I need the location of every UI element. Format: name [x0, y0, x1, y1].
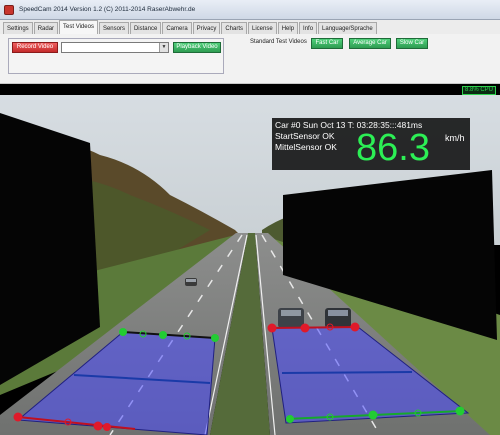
cpu-indicator: 8.8% CPU	[461, 86, 496, 95]
start-sensor-status: StartSensor OK	[275, 131, 335, 141]
marker	[286, 415, 294, 423]
window-title: SpeedCam 2014 Version 1.2 (C) 2011-2014 …	[19, 6, 196, 13]
playback-video-button[interactable]: Playback Video	[173, 42, 221, 53]
marker	[350, 322, 360, 332]
chevron-down-icon[interactable]: ▼	[159, 43, 168, 52]
tab-license[interactable]: License	[248, 22, 277, 34]
tab-language[interactable]: Language/Sprache	[318, 22, 377, 34]
marker	[103, 423, 111, 431]
tab-charts[interactable]: Charts	[221, 22, 247, 34]
tab-privacy[interactable]: Privacy	[192, 22, 221, 34]
car-right-2	[325, 308, 351, 328]
marker	[211, 334, 219, 342]
speed-overlay: Car #0 Sun Oct 13 T: 03:28:35:::481ms St…	[272, 118, 470, 170]
marker	[159, 331, 167, 339]
tab-sensors[interactable]: Sensors	[98, 22, 129, 34]
zone-right-mid-line	[281, 371, 413, 374]
marker	[455, 406, 465, 416]
tab-settings[interactable]: Settings	[3, 22, 33, 34]
standard-test-videos-label: Standard Test Videos	[250, 39, 307, 45]
zone-right-top-line	[271, 326, 359, 329]
record-video-button[interactable]: Record Video	[12, 42, 58, 53]
marker	[13, 412, 23, 422]
record-group: Record Video ▼ Playback Video	[8, 38, 224, 74]
title-bar: SpeedCam 2014 Version 1.2 (C) 2011-2014 …	[0, 0, 500, 20]
tab-strip: Settings Radar Test Videos Sensors Dista…	[0, 20, 500, 34]
test-videos-panel: Record Video ▼ Playback Video Standard T…	[0, 34, 500, 84]
fast-car-button[interactable]: Fast Car	[311, 38, 343, 49]
slow-car-button[interactable]: Slow Car	[396, 38, 428, 49]
tab-radar[interactable]: Radar	[33, 22, 59, 34]
tab-test-videos[interactable]: Test Videos	[59, 20, 98, 34]
marker	[93, 421, 103, 431]
car-far	[185, 278, 197, 286]
marker	[119, 328, 127, 336]
speed-value: 86.3	[356, 127, 430, 169]
speed-unit: km/h	[445, 133, 465, 143]
mid-sensor-status: MittelSensor OK	[275, 142, 337, 152]
app-icon	[4, 4, 14, 15]
tab-camera[interactable]: Camera	[162, 22, 192, 34]
video-select[interactable]: ▼	[61, 42, 169, 53]
tab-help[interactable]: Help	[277, 22, 299, 34]
marker	[300, 323, 310, 333]
tab-info[interactable]: Info	[299, 22, 318, 34]
marker	[267, 323, 277, 333]
average-car-button[interactable]: Average Car	[349, 38, 391, 49]
tab-distance[interactable]: Distance	[129, 22, 162, 34]
marker	[368, 410, 378, 420]
car-right-1	[278, 308, 304, 328]
